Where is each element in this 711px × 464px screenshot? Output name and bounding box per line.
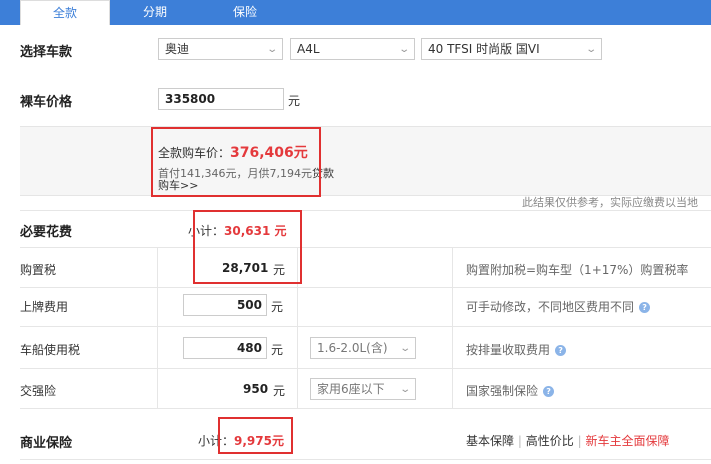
compulsory-insurance-note-text: 国家强制保险 [466, 384, 539, 398]
vehicle-tax-input[interactable]: 480 [183, 337, 267, 359]
highlight-frame [193, 210, 302, 284]
highlight-frame [218, 417, 293, 454]
plate-fee-label: 上牌费用 [20, 300, 69, 314]
plan-full-link[interactable]: 新车主全面保障 [585, 434, 669, 448]
divider [20, 210, 711, 211]
compulsory-insurance-unit: 元 [273, 384, 286, 398]
divider [20, 326, 711, 327]
brand-select[interactable]: 奥迪 ⌄ [158, 38, 283, 60]
chevron-down-icon: ⌄ [265, 44, 278, 55]
help-circle-icon[interactable]: ? [639, 302, 651, 313]
divider [20, 247, 711, 248]
divider [452, 247, 453, 408]
plan-divider: | [577, 434, 582, 448]
vehicle-tax-note-text: 按排量收取费用 [466, 343, 551, 357]
divider [20, 408, 711, 409]
trim-value: 40 TFSI 时尚版 国VI [428, 42, 540, 56]
highlight-frame [151, 127, 321, 197]
compulsory-insurance-value: 950 [243, 382, 269, 396]
divider [157, 247, 158, 408]
chevron-down-icon: ⌄ [584, 44, 597, 55]
select-car-label: 选择车款 [20, 45, 73, 60]
trim-select[interactable]: 40 TFSI 时尚版 国VI ⌄ [421, 38, 602, 60]
model-select[interactable]: A4L ⌄ [290, 38, 415, 60]
bare-price-label: 裸车价格 [20, 95, 73, 110]
divider [20, 459, 711, 460]
vehicle-tax-note: 按排量收取费用? [466, 341, 567, 358]
necessary-label: 必要花费 [20, 225, 73, 240]
plan-basic-link[interactable]: 基本保障 [466, 434, 514, 448]
summary-panel [20, 126, 711, 196]
tab-insurance[interactable]: 保险 [200, 0, 290, 25]
commercial-insurance-label: 商业保险 [20, 436, 73, 451]
purchase-tax-label: 购置税 [20, 263, 57, 277]
divider [20, 368, 711, 369]
chevron-down-icon: ⌄ [398, 343, 411, 354]
plate-fee-note-text: 可手动修改，不同地区费用不同 [466, 300, 635, 314]
tab-bar: 全款 分期 保险 [0, 0, 711, 25]
plate-fee-input[interactable]: 500 [183, 294, 267, 316]
disclaimer-text: 此结果仅供参考，实际应缴费以当地 [522, 196, 698, 209]
chevron-down-icon: ⌄ [398, 384, 411, 395]
bare-price-input[interactable]: 335800 [158, 88, 284, 110]
vehicle-tax-label: 车船使用税 [20, 343, 81, 357]
seat-type-select[interactable]: 家用6座以下 ⌄ [310, 378, 416, 400]
displacement-select[interactable]: 1.6-2.0L(含) ⌄ [310, 337, 416, 359]
plate-fee-note: 可手动修改，不同地区费用不同? [466, 298, 651, 315]
chevron-down-icon: ⌄ [397, 44, 410, 55]
plan-value-link[interactable]: 高性价比 [526, 434, 574, 448]
displacement-value: 1.6-2.0L(含) [317, 341, 388, 355]
purchase-tax-note-text: 购置附加税=购车型（1+17%）购置税率 [466, 263, 689, 277]
tab-full-payment[interactable]: 全款 [20, 0, 110, 25]
tab-installment[interactable]: 分期 [110, 0, 200, 25]
plan-divider: | [517, 434, 522, 448]
compulsory-insurance-label: 交强险 [20, 384, 57, 398]
plate-fee-unit: 元 [271, 300, 284, 314]
compulsory-insurance-note: 国家强制保险? [466, 382, 555, 399]
help-circle-icon[interactable]: ? [555, 345, 567, 356]
help-circle-icon[interactable]: ? [543, 386, 555, 397]
seat-type-value: 家用6座以下 [317, 382, 385, 396]
model-value: A4L [297, 42, 320, 56]
purchase-tax-note: 购置附加税=购车型（1+17%）购置税率 [466, 261, 688, 278]
bare-price-unit: 元 [288, 94, 301, 108]
divider [20, 287, 711, 288]
insurance-plans: 基本保障 | 高性价比 | 新车主全面保障 [466, 432, 669, 449]
vehicle-tax-unit: 元 [271, 343, 284, 357]
brand-value: 奥迪 [165, 42, 190, 56]
